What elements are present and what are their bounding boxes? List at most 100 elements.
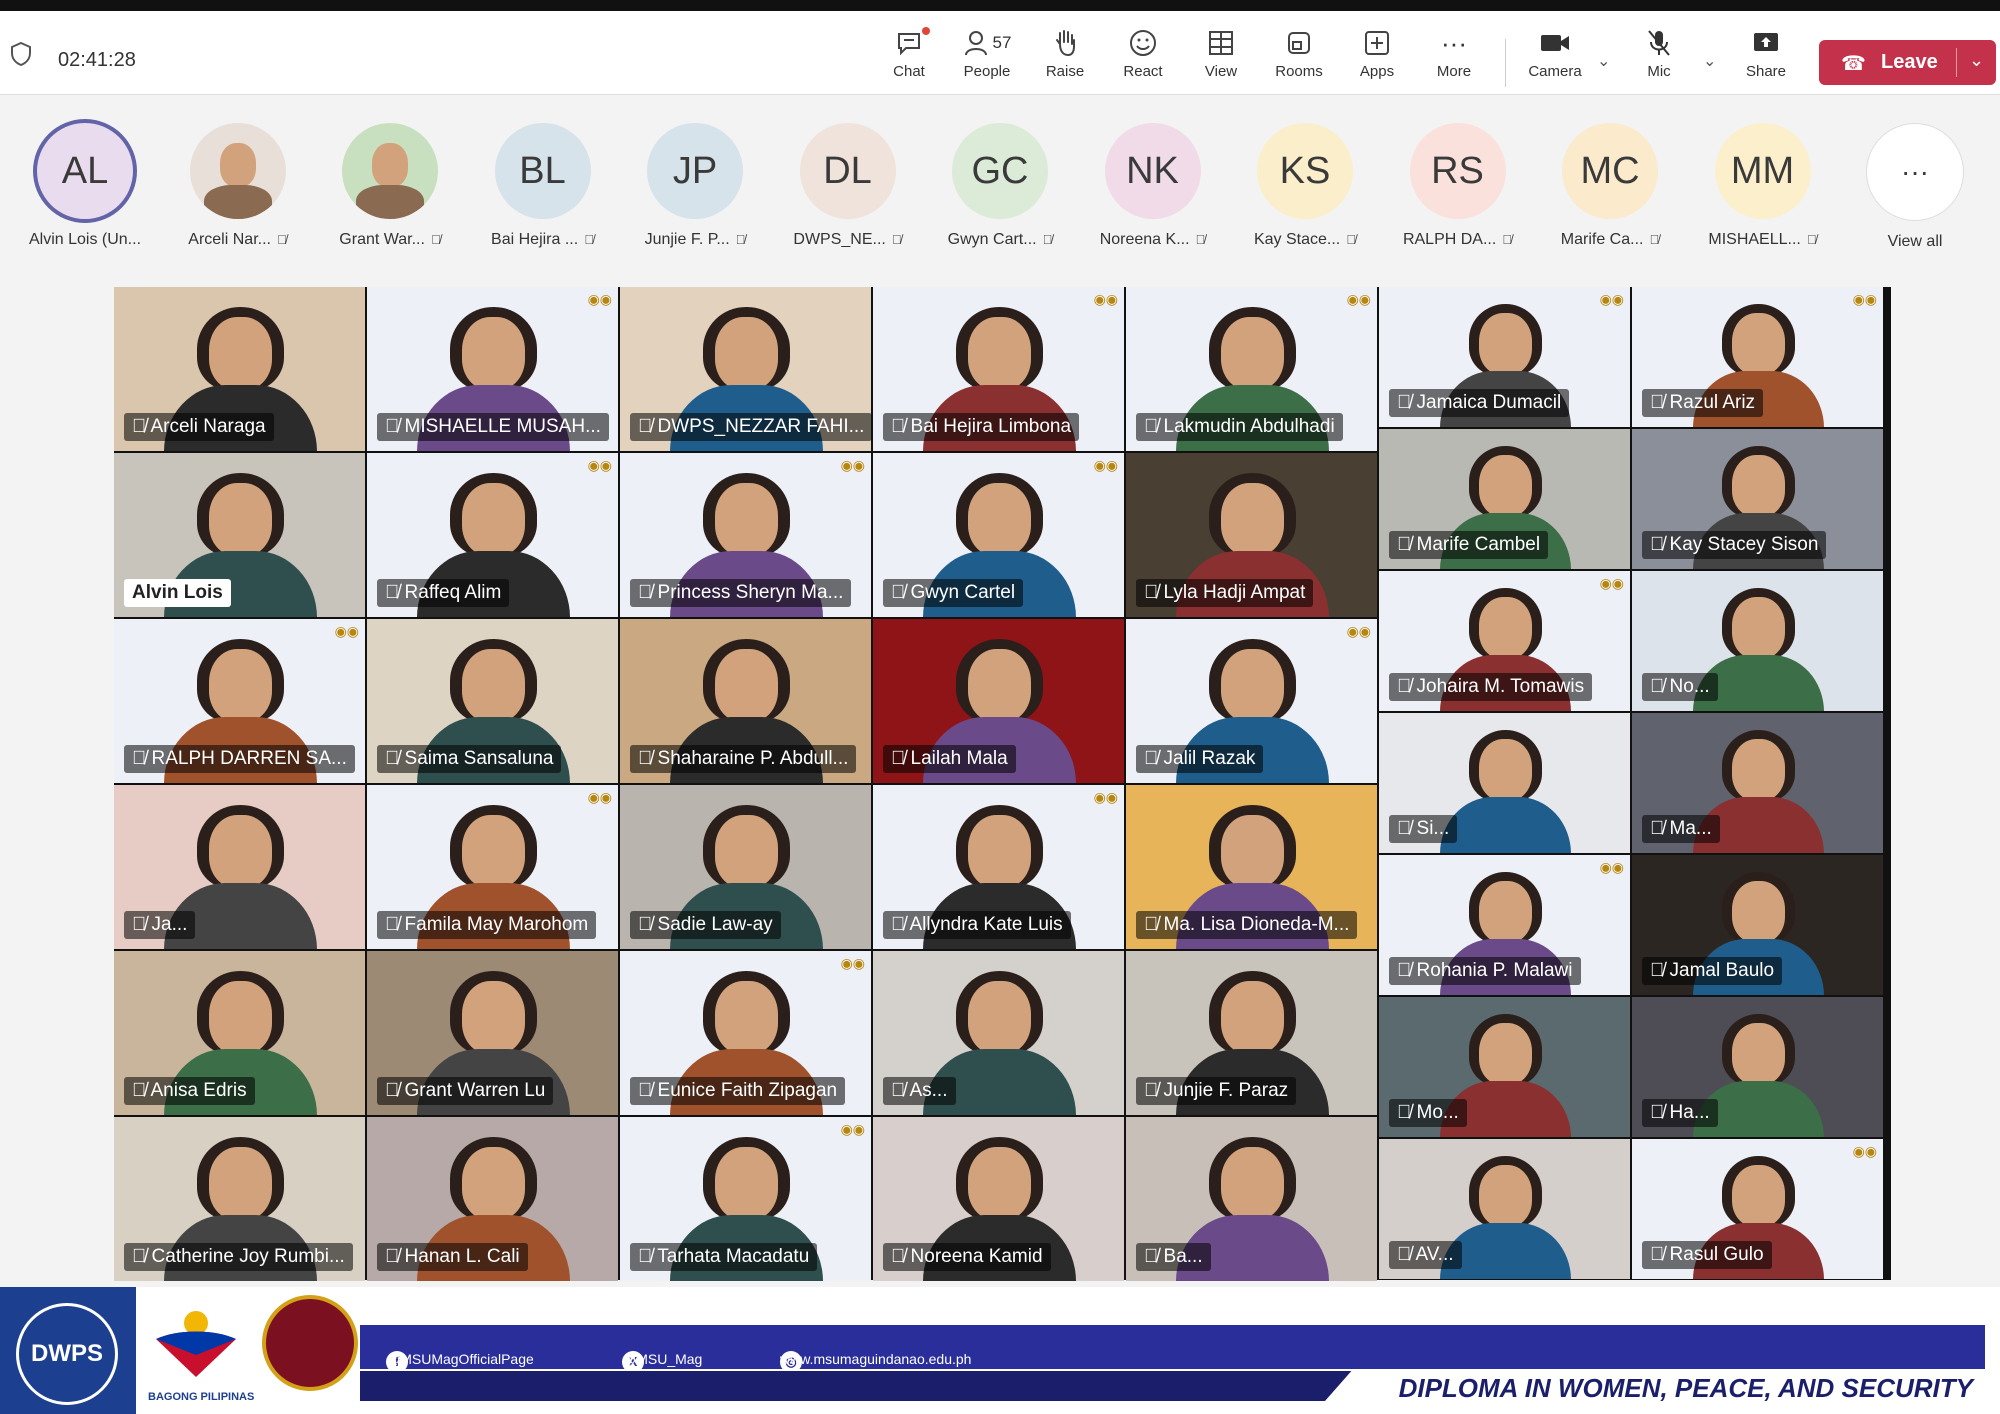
participant-avatar-item[interactable]: BL Bai Hejira ... 🎙̸: [468, 123, 618, 249]
video-tile[interactable]: 🎙̸ Saima Sansaluna: [367, 619, 618, 783]
video-tile[interactable]: 🎙̸ Shaharaine P. Abdull...: [620, 619, 871, 783]
video-tile[interactable]: ◉◉ 🎙̸ Allyndra Kate Luis: [873, 785, 1124, 949]
mic-button[interactable]: Mic: [1624, 25, 1694, 80]
participant-avatar-item[interactable]: AL Alvin Lois (Un...: [10, 123, 160, 249]
react-button[interactable]: React: [1108, 25, 1178, 80]
video-tile[interactable]: 🎙̸ Jamal Baulo: [1632, 855, 1883, 995]
tile-name-text: Jamaica Dumacil: [1416, 392, 1562, 413]
participant-avatar-item[interactable]: MM MISHAELL... 🎙̸: [1688, 123, 1838, 249]
video-tile[interactable]: 🎙̸ Lailah Mala: [873, 619, 1124, 783]
chat-button[interactable]: Chat: [874, 25, 944, 80]
tile-name-label: 🎙̸ Arceli Naraga: [124, 413, 274, 441]
participant-avatar-item[interactable]: KS Kay Stace... 🎙̸: [1230, 123, 1380, 249]
bagong-pilipinas-logo: BAGONG PILIPINAS: [148, 1299, 254, 1403]
view-button[interactable]: View: [1186, 25, 1256, 80]
mic-muted-icon: 🎙̸: [132, 914, 152, 935]
camera-button[interactable]: Camera: [1520, 25, 1590, 80]
video-tile[interactable]: 🎙̸ As...: [873, 951, 1124, 1115]
video-tile[interactable]: ◉◉ 🎙̸ Jalil Razak: [1126, 619, 1377, 783]
leave-label: Leave: [1881, 51, 1938, 73]
video-tile[interactable]: 🎙̸ Anisa Edris: [114, 951, 365, 1115]
tile-name-label: 🎙̸ Jamaica Dumacil: [1389, 389, 1570, 417]
toolbar-separator: [1505, 39, 1506, 87]
program-title: DIPLOMA IN WOMEN, PEACE, AND SECURITY: [1398, 1373, 1973, 1403]
video-tile[interactable]: 🎙̸ Junjie F. Paraz: [1126, 951, 1377, 1115]
video-tile[interactable]: 🎙̸ Ba...: [1126, 1117, 1377, 1281]
video-tile[interactable]: 🎙̸ Si...: [1379, 713, 1630, 853]
video-tile[interactable]: 🎙̸ No...: [1632, 571, 1883, 711]
video-tile[interactable]: 🎙̸ Catherine Joy Rumbi...: [114, 1117, 365, 1281]
video-tile[interactable]: ◉◉ 🎙̸ Rohania P. Malawi: [1379, 855, 1630, 995]
rooms-button[interactable]: Rooms: [1264, 25, 1334, 80]
face-shape: [209, 482, 272, 557]
video-tile[interactable]: ◉◉ 🎙̸ Razul Ariz: [1632, 287, 1883, 427]
video-tile[interactable]: ◉◉ 🎙̸ Tarhata Macadatu: [620, 1117, 871, 1281]
camera-options-chevron-icon[interactable]: ⌄: [1597, 51, 1610, 71]
participant-avatar-item[interactable]: RS RALPH DA... 🎙̸: [1383, 123, 1533, 249]
mic-options-chevron-icon[interactable]: ⌄: [1703, 51, 1716, 71]
video-tile[interactable]: ◉◉ 🎙̸ Eunice Faith Zipagan: [620, 951, 871, 1115]
share-button[interactable]: Share: [1731, 25, 1801, 80]
face-shape: [715, 1146, 778, 1221]
video-tile[interactable]: ◉◉ 🎙̸ Bai Hejira Limbona: [873, 287, 1124, 451]
tile-name-label: 🎙̸ Razul Ariz: [1642, 389, 1764, 417]
video-tile[interactable]: 🎙̸ AV...: [1379, 1139, 1630, 1279]
video-tile[interactable]: ◉◉ 🎙̸ MISHAELLE MUSAH...: [367, 287, 618, 451]
video-tile[interactable]: ◉◉ 🎙̸ Johaira M. Tomawis: [1379, 571, 1630, 711]
mic-muted-icon: 🎙̸: [1195, 232, 1206, 247]
participant-name: Grant War... 🎙̸: [315, 231, 465, 249]
facebook-handle: @MSUMagOfficialPage: [386, 1351, 534, 1367]
video-tile[interactable]: 🎙̸ Noreena Kamid: [873, 1117, 1124, 1281]
video-tile[interactable]: 🎙̸ Sadie Law-ay: [620, 785, 871, 949]
video-tile[interactable]: ◉◉ 🎙̸ Famila May Marohom: [367, 785, 618, 949]
more-button[interactable]: ··· More: [1419, 25, 1489, 81]
video-tile[interactable]: ◉◉ 🎙̸ Rasul Gulo: [1632, 1139, 1883, 1279]
participant-avatar-item[interactable]: Grant War... 🎙̸: [315, 123, 465, 249]
face-shape: [1731, 596, 1786, 660]
view-all-button[interactable]: ··· View all: [1840, 123, 1990, 251]
participant-avatar-item[interactable]: DL DWPS_NE... 🎙̸: [773, 123, 923, 249]
tile-name-label: 🎙̸ Eunice Faith Zipagan: [630, 1077, 846, 1105]
mic-muted-icon: 🎙̸: [891, 748, 911, 769]
video-tile[interactable]: 🎙̸ Ha...: [1632, 997, 1883, 1137]
tile-name-label: 🎙̸ Kay Stacey Sison: [1642, 531, 1827, 559]
participant-name-text: Junjie F. P...: [644, 231, 730, 248]
video-tile[interactable]: ◉◉ 🎙̸ Gwyn Cartel: [873, 453, 1124, 617]
video-tile[interactable]: ◉◉ 🎙̸ Lakmudin Abdulhadi: [1126, 287, 1377, 451]
mic-muted-icon: 🎙̸: [638, 1080, 658, 1101]
face-shape: [1731, 454, 1786, 518]
video-tile[interactable]: Alvin Lois: [114, 453, 365, 617]
mic-muted-icon: 🎙̸: [891, 1246, 911, 1267]
video-tile[interactable]: 🎙̸ Lyla Hadji Ampat: [1126, 453, 1377, 617]
video-tile[interactable]: 🎙̸ Ma...: [1632, 713, 1883, 853]
participant-avatar-item[interactable]: MC Marife Ca... 🎙̸: [1535, 123, 1685, 249]
tile-name-text: Ba...: [1163, 1246, 1203, 1267]
grid-view-icon: [1186, 25, 1256, 61]
avatar-initials: MM: [1730, 149, 1795, 192]
participant-avatar-item[interactable]: Arceli Nar... 🎙̸: [163, 123, 313, 249]
video-tile[interactable]: ◉◉ 🎙̸ Princess Sheryn Ma...: [620, 453, 871, 617]
leave-button[interactable]: ☎ Leave ⌄: [1819, 40, 1996, 85]
participant-avatar-item[interactable]: GC Gwyn Cart... 🎙̸: [925, 123, 1075, 249]
video-tile[interactable]: 🎙̸ Hanan L. Cali: [367, 1117, 618, 1281]
leave-options-chevron-icon[interactable]: ⌄: [1969, 50, 1984, 71]
video-tile[interactable]: 🎙̸ Mo...: [1379, 997, 1630, 1137]
people-button[interactable]: 57 People: [951, 25, 1023, 80]
video-tile[interactable]: 🎙̸ Arceli Naraga: [114, 287, 365, 451]
tile-name-text: Tarhata Macadatu: [657, 1246, 810, 1267]
video-tile[interactable]: 🎙̸ Marife Cambel: [1379, 429, 1630, 569]
video-tile[interactable]: ◉◉ 🎙̸ Jamaica Dumacil: [1379, 287, 1630, 427]
video-tile[interactable]: 🎙̸ Kay Stacey Sison: [1632, 429, 1883, 569]
participant-strip: AL Alvin Lois (Un... Arceli Nar... 🎙̸ Grant …: [0, 95, 2000, 275]
video-tile[interactable]: 🎙̸ DWPS_NEZZAR FAHI...: [620, 287, 871, 451]
video-tile[interactable]: ◉◉ 🎙̸ RALPH DARREN SA...: [114, 619, 365, 783]
raise-hand-button[interactable]: Raise: [1030, 25, 1100, 80]
video-tile[interactable]: 🎙̸ Ja...: [114, 785, 365, 949]
video-tile[interactable]: 🎙̸ Grant Warren Lu: [367, 951, 618, 1115]
participant-avatar-item[interactable]: NK Noreena K... 🎙̸: [1078, 123, 1228, 249]
video-tile[interactable]: 🎙̸ Ma. Lisa Dioneda-M...: [1126, 785, 1377, 949]
apps-button[interactable]: Apps: [1342, 25, 1412, 80]
video-tile[interactable]: ◉◉ 🎙̸ Raffeq Alim: [367, 453, 618, 617]
face-shape: [1478, 596, 1533, 660]
participant-avatar-item[interactable]: JP Junjie F. P... 🎙̸: [620, 123, 770, 249]
